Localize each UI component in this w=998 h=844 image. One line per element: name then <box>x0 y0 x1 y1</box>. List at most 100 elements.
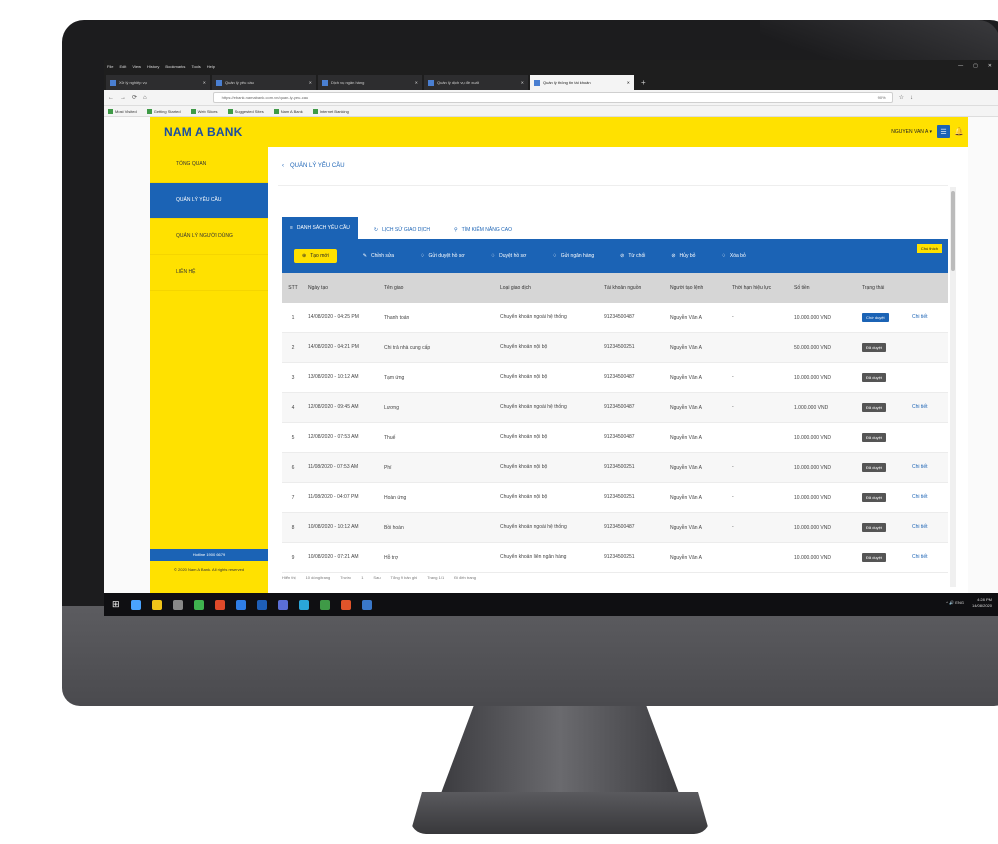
bank-icon: ♢ <box>552 253 557 259</box>
edit-button[interactable]: ✎ Chỉnh sửa <box>363 253 394 259</box>
taskbar-app-icon[interactable] <box>298 599 309 610</box>
reject-button[interactable]: ⊘ Từ chối <box>620 253 645 259</box>
close-icon[interactable]: ✕ <box>521 80 524 85</box>
taskbar-app-icon[interactable] <box>361 599 372 610</box>
taskbar-app-icon[interactable] <box>277 599 288 610</box>
minimize-button[interactable]: — <box>958 63 963 69</box>
close-icon[interactable]: ✕ <box>309 80 312 85</box>
approve-button[interactable]: ♢ Duyệt hồ sơ <box>491 253 527 259</box>
close-window-button[interactable]: ✕ <box>988 63 992 69</box>
tab-request-list[interactable]: ≡ DANH SÁCH YÊU CẦU <box>282 217 358 239</box>
prev-page-button[interactable]: Trước <box>340 575 351 580</box>
cell-creator: Nguyễn Văn A <box>670 494 702 501</box>
table-row[interactable]: 4 12/08/2020 - 09:45 AM Lương Chuyển khoản … <box>282 393 948 423</box>
close-icon[interactable]: ✕ <box>415 80 418 85</box>
taskbar-app-icon[interactable] <box>319 599 330 610</box>
send-bank-button[interactable]: ♢ Gửi ngân hàng <box>552 253 594 259</box>
sidebar-item-requests[interactable]: QUẢN LÝ YÊU CẦU <box>150 183 268 219</box>
bookmark-star-icon[interactable]: ☆ <box>899 94 904 101</box>
menu-bookmarks[interactable]: Bookmarks <box>165 64 185 69</box>
back-link[interactable]: ‹ QUẢN LÝ YÊU CẦU <box>282 163 345 169</box>
taskbar-app-icon[interactable] <box>130 599 141 610</box>
detail-link[interactable]: Chi tiết <box>908 524 948 531</box>
hamburger-menu-button[interactable]: ☰ <box>937 125 950 138</box>
sidebar-item-overview[interactable]: TỔNG QUAN <box>150 147 268 183</box>
next-page-button[interactable]: Sau <box>373 575 380 580</box>
goto-page[interactable]: Đi đến trang <box>454 575 476 580</box>
browser-tab[interactable]: Dịch vụ ngân hàng ✕ <box>318 75 422 90</box>
back-arrow-icon[interactable]: ← <box>108 95 114 101</box>
tray-icons[interactable]: ^ 🔊 ENG <box>946 600 964 606</box>
forward-arrow-icon[interactable]: → <box>120 95 126 101</box>
sidebar-item-contact[interactable]: LIÊN HỆ <box>150 255 268 291</box>
page-size-select[interactable]: 10 dòng/trang <box>306 575 331 580</box>
browser-tab[interactable]: Xử lý nghiệp vụ ✕ <box>106 75 210 90</box>
zoom-level[interactable]: 90% <box>878 95 892 100</box>
detail-link[interactable]: Chi tiết <box>908 494 948 501</box>
bookmark-item[interactable]: Web Slices <box>190 108 218 114</box>
detail-link[interactable]: Chi tiết <box>908 464 948 471</box>
window-controls: — ▢ ✕ <box>958 63 992 69</box>
menu-file[interactable]: File <box>107 64 113 69</box>
cell-stt: 6 <box>291 464 295 471</box>
taskbar-app-icon[interactable] <box>256 599 267 610</box>
windows-start-icon[interactable]: ⊞ <box>112 599 120 610</box>
bookmark-item[interactable]: Suggested Sites <box>227 108 264 114</box>
tab-advanced-search[interactable]: ⚲ TÌM KIẾM NÂNG CAO <box>446 221 520 239</box>
user-menu[interactable]: NGUYEN VAN A ▾ <box>891 129 932 135</box>
menu-help[interactable]: Help <box>207 64 215 69</box>
create-button[interactable]: ⊕ Tạo mới <box>294 249 337 263</box>
reload-icon[interactable]: ⟳ <box>132 94 137 101</box>
button-label: Chỉnh sửa <box>370 253 395 259</box>
menu-edit[interactable]: Edit <box>119 64 126 69</box>
cancel-button[interactable]: ⊘ Hủy bỏ <box>671 253 695 259</box>
bookmark-item[interactable]: Nam A Bank <box>273 108 303 114</box>
browser-tab[interactable]: Quản lý dịch vụ đề xuất ✕ <box>424 75 528 90</box>
browser-tab-active[interactable]: Quản lý thông tin tài khoản ✕ <box>530 75 634 90</box>
menu-view[interactable]: View <box>132 64 141 69</box>
clock[interactable]: 4:28 PM 14/08/2020 <box>972 597 992 609</box>
delete-button[interactable]: ♢ Xóa bỏ <box>721 253 745 259</box>
detail-link[interactable]: Chi tiết <box>908 314 948 321</box>
hotline-banner[interactable]: Hotline 1900 6679 <box>150 549 268 561</box>
bookmark-item[interactable]: Getting Started <box>146 108 181 114</box>
tab-history[interactable]: ↻ LỊCH SỬ GIAO DỊCH <box>366 221 438 239</box>
bank-logo[interactable]: NAM A BANK <box>164 125 242 139</box>
table-row[interactable]: 8 10/08/2020 - 10:12 AM Bồi hoàn Chuyển kho… <box>282 513 948 543</box>
bookmark-item[interactable]: Internet Banking <box>312 108 349 114</box>
close-icon[interactable]: ✕ <box>627 80 630 85</box>
bell-icon[interactable]: 🔔 <box>954 126 964 137</box>
table-row[interactable]: 9 10/08/2020 - 07:21 AM Hỗ trợ Chuyển khoản… <box>282 543 948 573</box>
legend-button[interactable]: Chú thích <box>916 244 942 253</box>
table-row[interactable]: 5 12/08/2020 - 07:53 AM Thuế Chuyển khoản n… <box>282 423 948 453</box>
scrollbar-thumb[interactable] <box>951 191 955 271</box>
table-row[interactable]: 7 11/08/2020 - 04:07 PM Hoàn ứng Chuyển kho… <box>282 483 948 513</box>
taskbar-app-icon[interactable] <box>193 599 204 610</box>
submit-approval-button[interactable]: ♢ Gửi duyệt hồ sơ <box>420 253 465 259</box>
table-row[interactable]: 6 11/08/2020 - 07:53 AM Phí Chuyển khoản nộ… <box>282 453 948 483</box>
taskbar-app-icon[interactable] <box>172 599 183 610</box>
new-tab-button[interactable]: + <box>636 75 651 90</box>
detail-link[interactable]: Chi tiết <box>908 554 948 561</box>
bookmark-item[interactable]: Most Visited <box>108 108 137 114</box>
url-bar[interactable]: https://ebank.namabank.com.vn/quan-ly-ye… <box>212 92 893 103</box>
home-icon[interactable]: ⌂ <box>143 95 147 101</box>
page-number[interactable]: 1 <box>361 575 363 580</box>
sidebar-item-users[interactable]: QUẢN LÝ NGƯỜI DÙNG <box>150 219 268 255</box>
table-row[interactable]: 2 14/08/2020 - 04:21 PM Chi trả nhà cung c… <box>282 333 948 363</box>
menu-history[interactable]: History <box>147 64 159 69</box>
taskbar-app-icon[interactable] <box>340 599 351 610</box>
maximize-button[interactable]: ▢ <box>973 63 978 69</box>
download-icon[interactable]: ↓ <box>910 95 913 101</box>
table-row[interactable]: 3 13/08/2020 - 10:12 AM Tạm ứng Chuyển khoả… <box>282 363 948 393</box>
table-row[interactable]: 1 14/08/2020 - 04:25 PM Thanh toán Chuyển k… <box>282 303 948 333</box>
browser-tab[interactable]: Quản lý yêu cầu ✕ <box>212 75 316 90</box>
detail-link[interactable]: Chi tiết <box>908 404 948 411</box>
taskbar-app-icon[interactable] <box>235 599 246 610</box>
close-icon[interactable]: ✕ <box>203 80 206 85</box>
taskbar-app-icon[interactable] <box>214 599 225 610</box>
cell-type: Chuyển khoản ngoài hệ thống <box>500 524 567 530</box>
vertical-scrollbar[interactable] <box>950 187 956 587</box>
menu-tools[interactable]: Tools <box>191 64 200 69</box>
taskbar-app-icon[interactable] <box>151 599 162 610</box>
